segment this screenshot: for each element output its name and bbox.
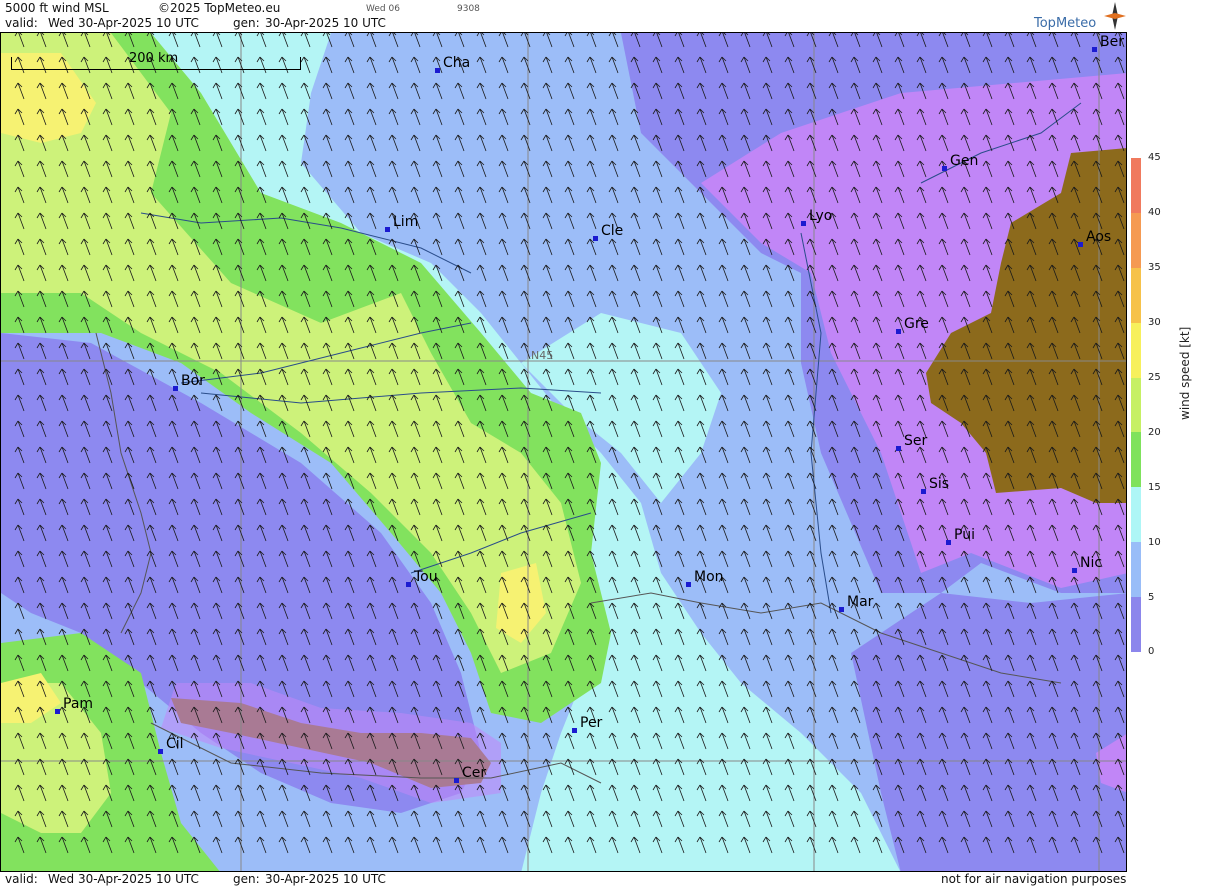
legend-title: wind speed [kt] [1178,326,1192,420]
city-dot-icon [946,540,951,545]
color-swatch-20-25 [1131,377,1141,433]
city-dot-icon [1092,47,1097,52]
legend-tick: 10 [1148,537,1161,548]
city-marker[interactable]: Lyo [801,208,832,226]
color-swatch-15-20 [1131,432,1141,488]
city-marker[interactable]: Gre [896,316,929,334]
wind-map[interactable]: N45 200 km Cha Lim Cle Bor Tou Mon Per C… [0,32,1127,872]
level-label: 5000 ft wind MSL [5,1,109,15]
color-swatch-10-15 [1131,487,1141,543]
valid-label: valid: [5,16,38,30]
city-dot-icon [406,582,411,587]
latitude-label: N45 [531,349,554,362]
city-marker[interactable]: Pui [946,527,975,545]
scale-label: 200 km [129,51,179,66]
city-marker[interactable]: Cha [435,55,470,73]
color-swatch-30-35 [1131,267,1141,323]
city-dot-icon [173,386,178,391]
city-dot-icon [1078,242,1083,247]
legend-tick: 45 [1148,152,1161,163]
gen-label: gen: [233,16,260,30]
legend-tick: 0 [1148,646,1155,657]
city-marker[interactable]: Ber [1092,34,1124,52]
copyright-label: ©2025 TopMeteo.eu [158,1,281,15]
city-dot-icon [686,582,691,587]
city-dot-icon [896,446,901,451]
city-dot-icon [921,489,926,494]
city-marker[interactable]: Cil [158,736,184,754]
city-marker[interactable]: Mar [839,594,873,612]
footer-valid-value: Wed 30-Apr-2025 10 UTC [48,872,199,886]
city-marker[interactable]: Cle [593,223,623,241]
city-dot-icon [385,227,390,232]
city-dot-icon [839,607,844,612]
topmeteo-logo[interactable]: TopMeteo [1034,16,1096,31]
legend-tick: 30 [1148,317,1161,328]
city-marker[interactable]: Gen [942,153,978,171]
day-label: Wed 06 [366,4,400,14]
color-swatch-5-10 [1131,542,1141,598]
color-swatch-40-45 [1131,158,1141,213]
city-marker[interactable]: Ser [896,433,927,451]
footer-gen-value: 30-Apr-2025 10 UTC [265,872,386,886]
city-marker[interactable]: Mon [686,569,724,587]
city-marker[interactable]: Aos [1078,229,1111,247]
city-dot-icon [435,68,440,73]
city-dot-icon [801,221,806,226]
color-scale-bar [1131,158,1141,653]
city-dot-icon [896,329,901,334]
color-swatch-0-5 [1131,597,1141,653]
code-label: 9308 [457,4,480,14]
city-dot-icon [1072,568,1077,573]
city-marker[interactable]: Pam [55,696,93,714]
city-marker[interactable]: Per [572,715,602,733]
color-swatch-25-30 [1131,322,1141,378]
city-marker[interactable]: Lim [385,214,418,232]
color-swatch-35-40 [1131,212,1141,268]
legend-tick: 35 [1148,262,1161,273]
city-dot-icon [942,166,947,171]
city-dot-icon [572,728,577,733]
wind-speed-legend: 45 40 35 30 25 20 15 10 5 0 wind speed [… [1128,0,1219,887]
legend-tick: 40 [1148,207,1161,218]
footer-valid-label: valid: [5,872,38,886]
city-marker[interactable]: Bor [173,373,205,391]
city-marker[interactable]: Nic [1072,555,1102,573]
city-dot-icon [593,236,598,241]
legend-tick: 25 [1148,372,1161,383]
legend-tick: 15 [1148,482,1161,493]
city-marker[interactable]: Tou [406,569,438,587]
city-dot-icon [454,778,459,783]
gen-value: 30-Apr-2025 10 UTC [265,16,386,30]
city-dot-icon [158,749,163,754]
disclaimer-text: not for air navigation purposes [941,872,1127,886]
legend-tick: 20 [1148,427,1161,438]
legend-tick: 5 [1148,592,1155,603]
valid-value: Wed 30-Apr-2025 10 UTC [48,16,199,30]
city-dot-icon [55,709,60,714]
city-marker[interactable]: Cer [454,765,486,783]
footer-bar: valid: Wed 30-Apr-2025 10 UTC gen: 30-Ap… [0,872,1127,887]
compass-icon [1104,2,1126,30]
city-marker[interactable]: Sis [921,476,949,494]
footer-gen-label: gen: [233,872,260,886]
header-bar: 5000 ft wind MSL ©2025 TopMeteo.eu Wed 0… [0,0,1127,32]
